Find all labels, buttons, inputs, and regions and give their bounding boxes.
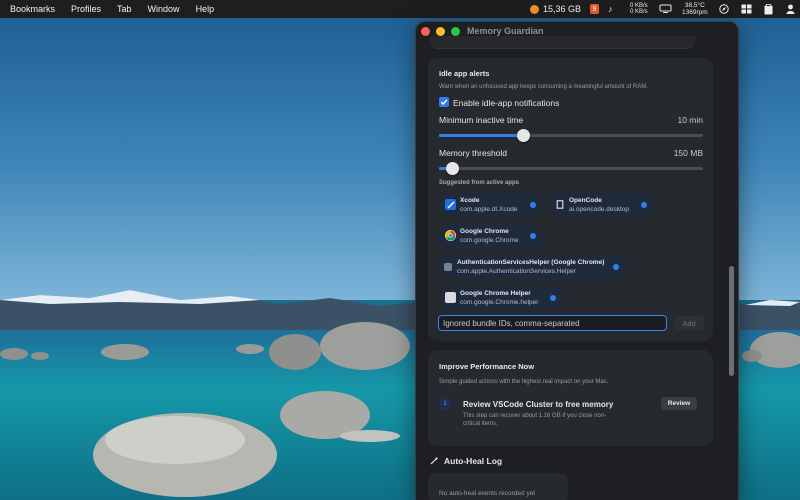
menu-bar: Bookmarks Profiles Tab Window Help 15,36… (0, 0, 800, 18)
add-app-dot-icon[interactable] (641, 202, 647, 208)
zoom-button[interactable] (451, 27, 460, 36)
network-stats[interactable]: 0 KB/s 0 KB/s (630, 0, 648, 18)
minimize-button[interactable] (436, 27, 445, 36)
previous-card-edge (430, 36, 695, 49)
min-inactive-value: 10 min (677, 115, 703, 125)
mem-threshold-knob[interactable] (445, 162, 459, 175)
app-bundle: com.apple.AuthenticationServices.Helper (457, 268, 576, 275)
chrome-helper-icon (445, 292, 456, 303)
mem-threshold-label: Memory threshold (439, 148, 508, 158)
perf-title: Improve Performance Now (439, 362, 535, 371)
memory-usage: 15,36 GB (543, 4, 582, 14)
menu-profiles[interactable]: Profiles (71, 4, 101, 14)
chrome-icon (445, 230, 456, 241)
app-bundle: com.google.Chrome.helper (460, 299, 539, 306)
suggested-app-chip[interactable]: OpenCode ai.opencode.desktop (548, 193, 654, 217)
enable-idle-label[interactable]: Enable idle-app notifications (453, 98, 559, 108)
xcode-icon (445, 199, 456, 210)
music-note-icon[interactable]: ♪ (608, 0, 613, 18)
suggested-label: Suggested from active apps (439, 180, 520, 186)
min-inactive-knob[interactable] (516, 129, 530, 142)
min-inactive-fill (439, 134, 524, 137)
suggested-app-chip[interactable]: Google Chrome Helper com.google.Chrome.h… (439, 286, 563, 310)
memory-dot-icon (530, 4, 539, 14)
add-app-dot-icon[interactable] (550, 295, 556, 301)
checkmark-icon (440, 99, 448, 106)
menu-tab[interactable]: Tab (117, 4, 132, 14)
review-button[interactable]: Review (661, 397, 697, 410)
suggested-app-chip[interactable]: AuthenticationServicesHelper (Google Chr… (439, 255, 627, 279)
app-name: OpenCode (569, 197, 602, 204)
menu-bookmarks[interactable]: Bookmarks (10, 4, 55, 14)
mem-threshold-slider[interactable] (439, 162, 703, 175)
min-inactive-slider[interactable] (439, 129, 703, 142)
window-title: Memory Guardian (467, 26, 544, 36)
enable-idle-checkbox[interactable] (439, 97, 449, 107)
app-name: Xcode (460, 197, 480, 204)
idle-alerts-title: Idle app alerts (439, 69, 490, 78)
app-bundle: ai.opencode.desktop (569, 206, 629, 213)
suggested-app-chip[interactable]: Xcode com.apple.dt.Xcode (439, 193, 543, 217)
menu-window[interactable]: Window (148, 4, 180, 14)
app-name: Google Chrome Helper (460, 290, 531, 297)
fan-rpm: 1369rpm (682, 9, 708, 16)
step-number-badge: 1 (439, 398, 451, 410)
app-badge-icon: 9 (590, 4, 599, 14)
user-icon[interactable] (786, 0, 795, 18)
menu-help[interactable]: Help (196, 4, 215, 14)
close-button[interactable] (421, 27, 430, 36)
add-app-dot-icon[interactable] (530, 202, 536, 208)
auto-heal-log-card: No auto-heal events recorded yet (428, 473, 568, 500)
window-grid-icon[interactable] (741, 0, 752, 18)
suggested-app-chip[interactable]: Google Chrome com.google.Chrome (439, 224, 543, 248)
idle-alerts-description: Warn when an unfocused app keeps consumi… (439, 84, 648, 90)
add-app-dot-icon[interactable] (530, 233, 536, 239)
improve-performance-card: Improve Performance Now Simple guided ac… (428, 350, 713, 446)
cpu-temp: 38,5°C (684, 2, 705, 9)
perf-description: Simple guided actions with the highest r… (439, 379, 609, 385)
display-icon[interactable] (659, 0, 672, 18)
auto-heal-log-title: Auto-Heal Log (444, 456, 503, 466)
app-name: Google Chrome (460, 228, 509, 235)
helper-app-icon (444, 263, 452, 271)
wand-icon (430, 456, 439, 465)
sensor-stats[interactable]: 38,5°C 1369rpm (682, 0, 708, 18)
memory-guardian-window: Memory Guardian Idle app alerts Warn whe… (416, 22, 738, 500)
mem-threshold-value: 150 MB (673, 148, 703, 158)
add-button[interactable]: Add (674, 316, 704, 330)
scrollbar-thumb[interactable] (729, 266, 734, 376)
app-bundle: com.google.Chrome (460, 237, 519, 244)
app-name: AuthenticationServicesHelper (Google Chr… (457, 259, 605, 266)
memory-status-item[interactable]: 15,36 GB (530, 0, 581, 18)
opencode-icon (554, 199, 565, 210)
net-down: 0 KB/s (630, 9, 648, 15)
auto-heal-empty-text: No auto-heal events recorded yet (439, 490, 536, 497)
idle-alerts-card: Idle app alerts Warn when an unfocused a… (428, 58, 713, 341)
app-bundle: com.apple.dt.Xcode (460, 206, 518, 213)
step-description-line1: This step can recover about 1,16 GB if y… (463, 413, 607, 419)
app-badge-item[interactable]: 9 (590, 0, 599, 18)
step-title: Review VSCode Cluster to free memory (463, 400, 614, 409)
compass-icon[interactable] (719, 0, 729, 18)
ignored-bundles-input[interactable] (438, 315, 667, 331)
min-inactive-label: Minimum inactive time (439, 115, 524, 125)
add-app-dot-icon[interactable] (613, 264, 619, 270)
clipboard-icon[interactable] (764, 0, 773, 18)
step-description-line2: critical items. (463, 421, 498, 427)
